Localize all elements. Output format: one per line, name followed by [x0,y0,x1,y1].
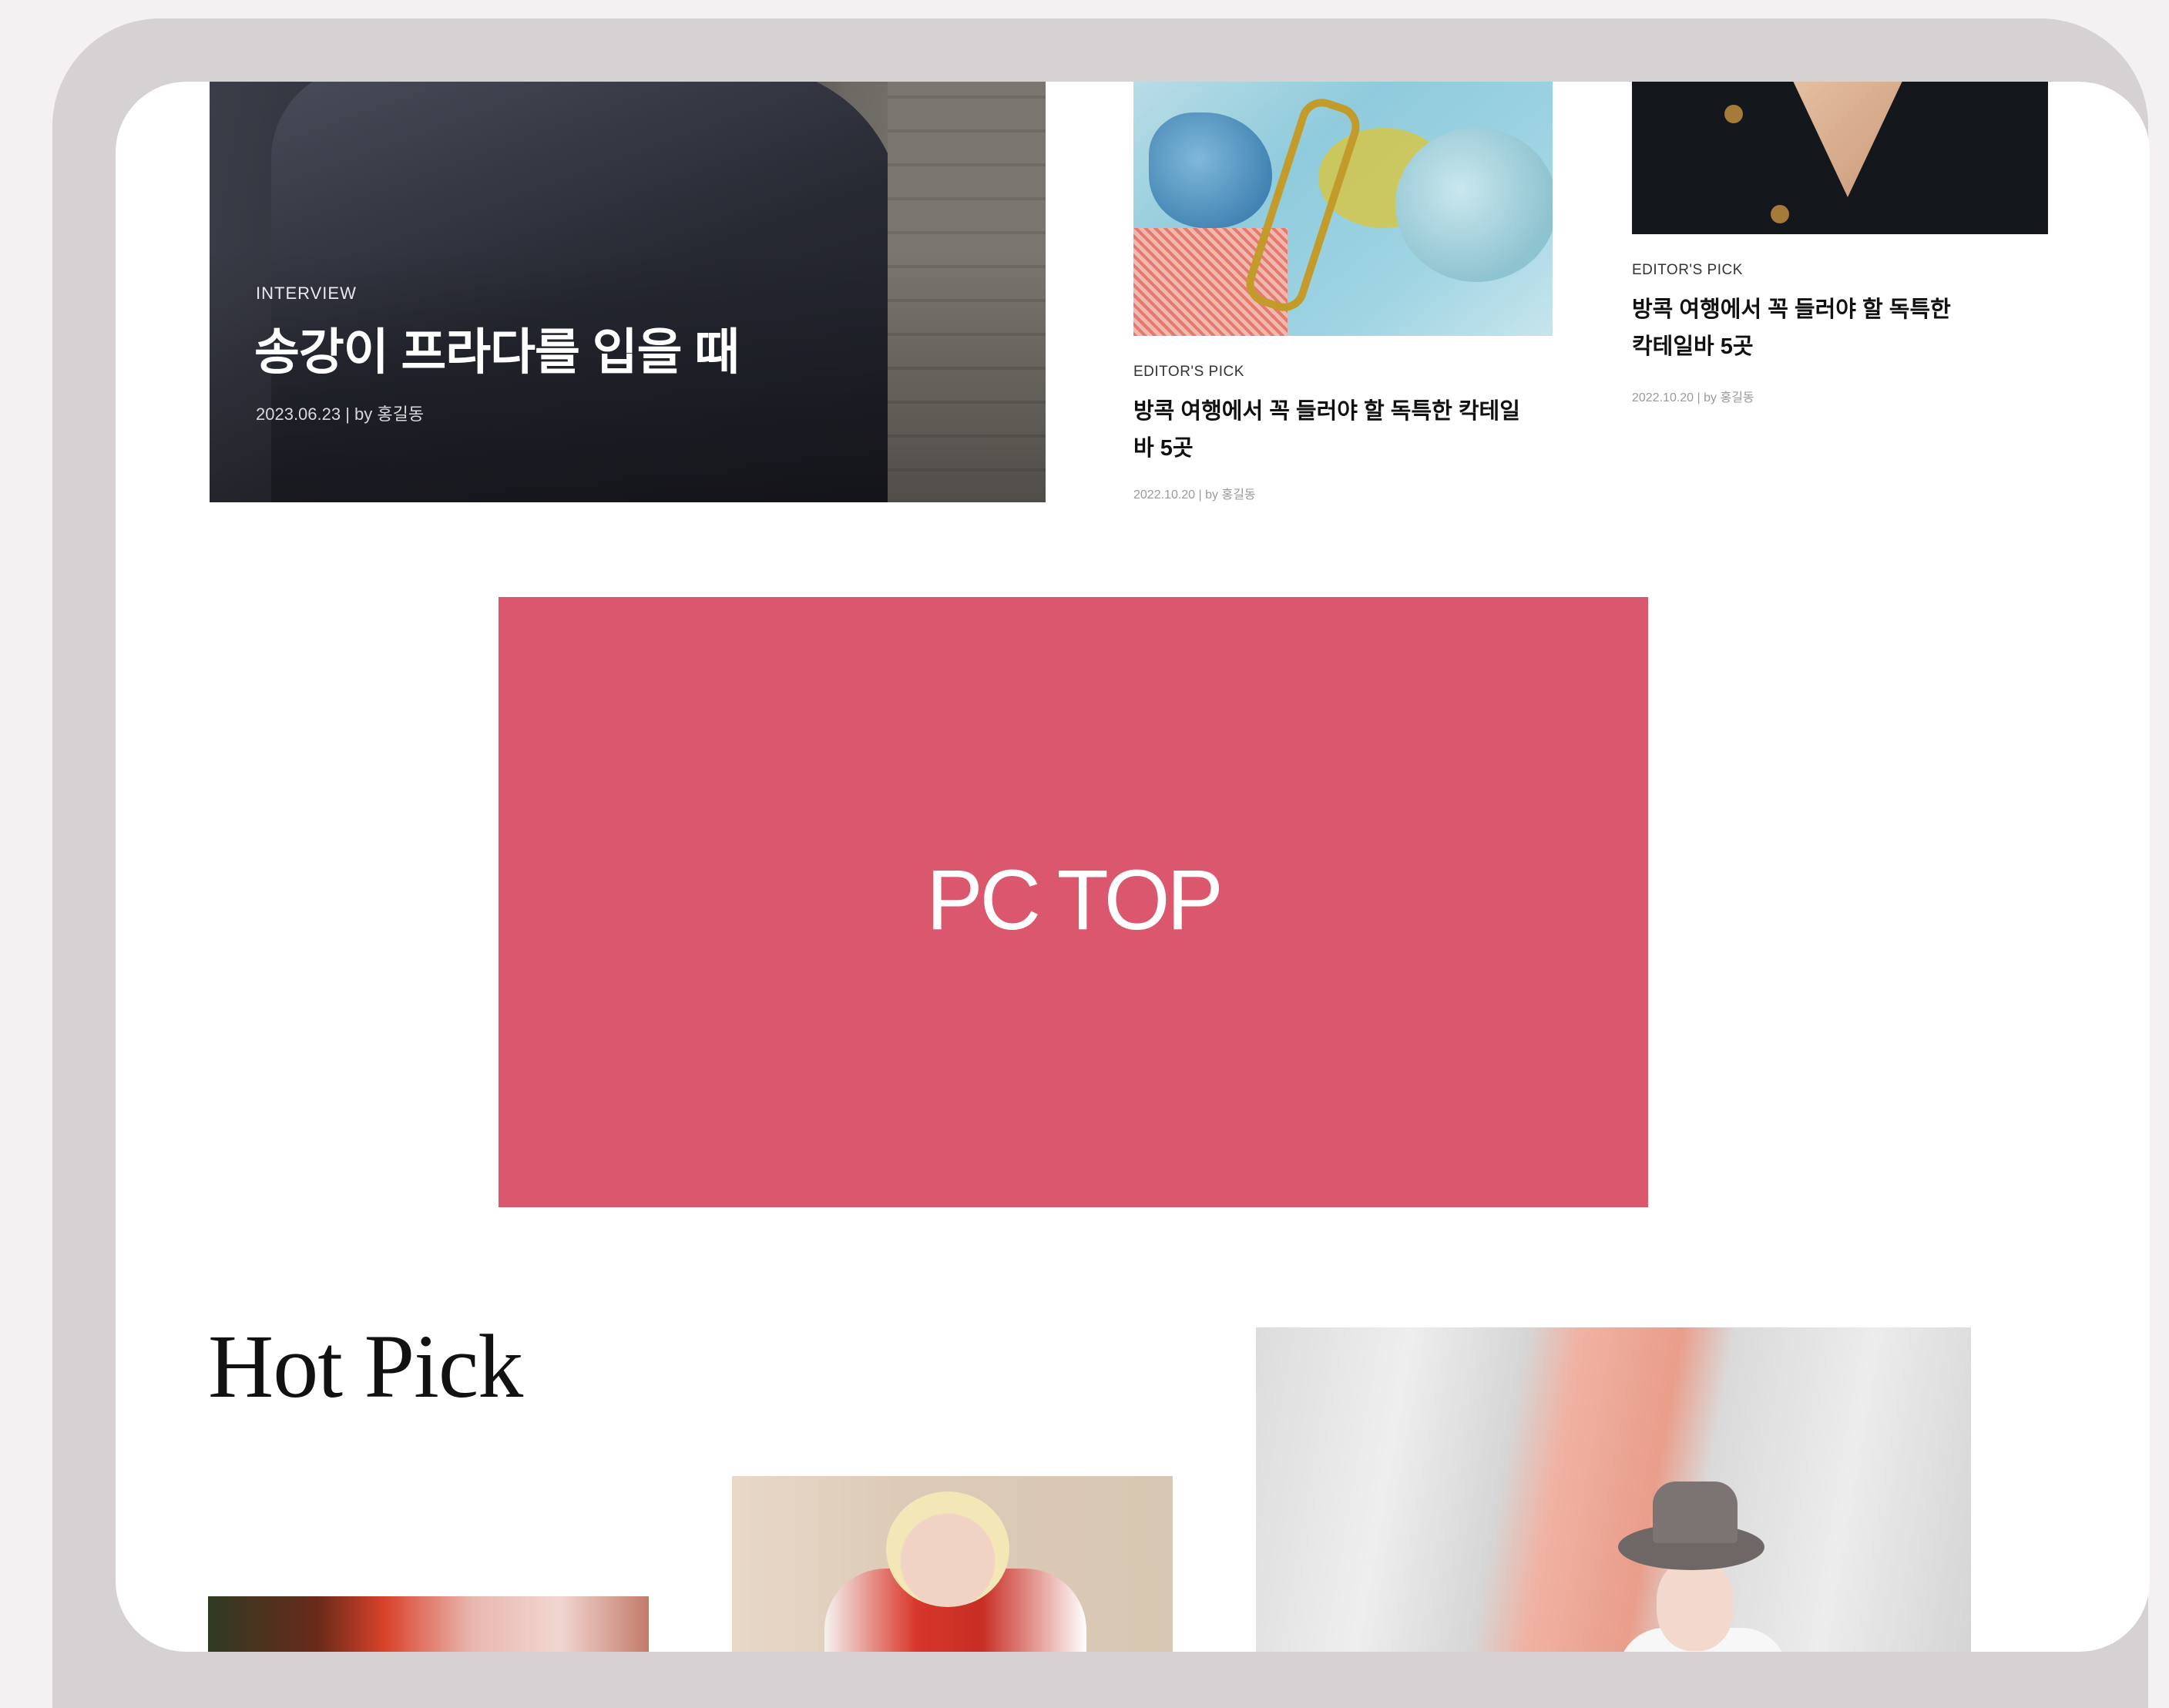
article-card-1-image[interactable] [1133,82,1553,336]
featured-article[interactable]: INTERVIEW 송강이 프라다를 입을 때 2023.06.23 | by … [210,82,1046,502]
article-card-2-title-line1[interactable]: 방콕 여행에서 꼭 들러야 할 독특한 [1632,291,1951,328]
featured-category: INTERVIEW [256,284,357,303]
ad-banner-pc-top[interactable]: PC TOP [499,597,1648,1207]
article-card-2-title-line2[interactable]: 칵테일바 5곳 [1632,328,1754,365]
image-button [1724,105,1743,123]
article-card-2-meta: 2022.10.20 | by 홍길동 [1632,391,1754,404]
ad-label: PC TOP [926,853,1224,948]
hot-pick-card-2-image[interactable] [732,1476,1173,1652]
article-card-1-title-line1[interactable]: 방콕 여행에서 꼭 들러야 할 독특한 칵테일 [1133,393,1520,430]
hot-pick-card-1-image[interactable] [208,1596,649,1652]
hot-pick-card-3-image[interactable] [1256,1327,1971,1652]
article-card-2-category: EDITOR'S PICK [1632,262,1743,278]
article-card-1-meta: 2022.10.20 | by 홍길동 [1133,488,1256,502]
image-neckline [1786,82,1909,197]
image-glass-plate [1395,128,1553,282]
image-hat-crown [1653,1481,1738,1543]
image-model-face [1657,1559,1734,1651]
browser-viewport[interactable]: INTERVIEW 송강이 프라다를 입을 때 2023.06.23 | by … [116,82,2150,1652]
image-button [1771,205,1789,223]
featured-meta: 2023.06.23 | by 홍길동 [256,404,425,424]
hot-pick-heading: Hot Pick [208,1316,523,1417]
article-card-1-title-line2[interactable]: 바 5곳 [1133,430,1194,467]
article-card-2-image[interactable] [1632,82,2048,234]
article-card-1-category: EDITOR'S PICK [1133,364,1244,380]
featured-title[interactable]: 송강이 프라다를 입을 때 [254,313,740,384]
image-model-head [886,1492,1009,1607]
image-blue-glove [1149,112,1272,228]
